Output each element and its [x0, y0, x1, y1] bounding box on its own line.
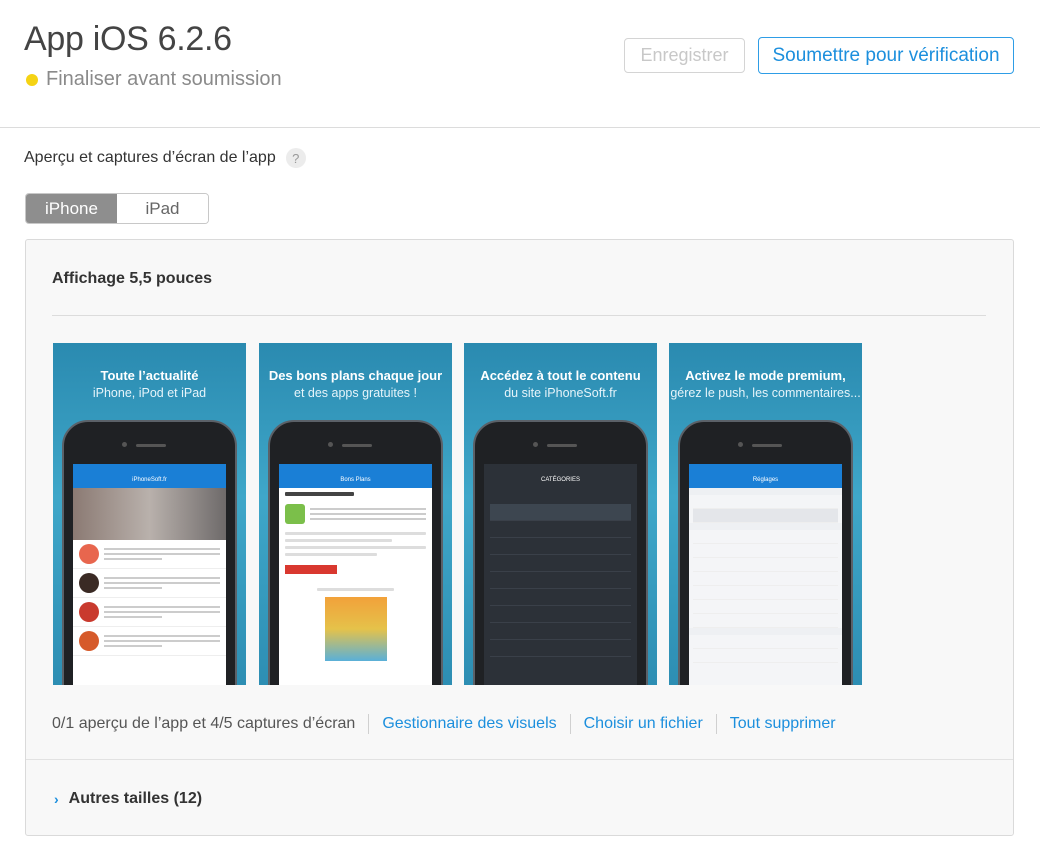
tab-ipad[interactable]: iPad: [117, 194, 208, 223]
list-item: [73, 540, 226, 569]
list-item: [490, 606, 631, 623]
divider: [52, 315, 986, 316]
list-item: [693, 544, 838, 558]
screenshot-title: Toute l’actualité: [100, 368, 199, 383]
list-item: [490, 504, 631, 521]
list-item: [693, 635, 838, 649]
screen-hero-image: [73, 488, 226, 540]
camera-icon: [533, 442, 538, 447]
camera-icon: [328, 442, 333, 447]
list-item: [490, 555, 631, 572]
list-item: [693, 649, 838, 663]
screen-nav-title: iPhoneSoft.fr: [73, 471, 226, 488]
other-sizes-toggle[interactable]: › Autres tailles (12): [54, 790, 202, 808]
status-dot-icon: [26, 73, 38, 86]
screenshot-4[interactable]: Activez le mode premium, gérez le push, …: [669, 343, 862, 685]
list-item: [490, 640, 631, 657]
status-bar: [279, 464, 432, 471]
speaker-icon: [752, 444, 782, 447]
separator: [368, 714, 370, 734]
status-text: Finaliser avant soumission: [46, 68, 282, 90]
tab-iphone[interactable]: iPhone: [26, 194, 117, 223]
screen-preview-image: [324, 597, 387, 661]
screenshot-count: 0/1 aperçu de l’app et 4/5 captures d’éc…: [52, 715, 356, 732]
screenshots-panel: Affichage 5,5 pouces Toute l’actualité i…: [25, 239, 1014, 836]
phone-mockup: CATÉGORIES: [473, 420, 648, 685]
list-item: [490, 589, 631, 606]
screen-nav-title: CATÉGORIES: [484, 471, 637, 488]
screen-nav-title: Bons Plans: [279, 471, 432, 488]
phone-mockup: iPhoneSoft.fr: [62, 420, 237, 685]
status-indicator: Finaliser avant soumission: [26, 68, 282, 91]
speaker-icon: [342, 444, 372, 447]
display-size-title: Affichage 5,5 pouces: [52, 270, 213, 287]
list-item: [490, 623, 631, 640]
submit-for-review-button[interactable]: Soumettre pour vérification: [758, 37, 1014, 74]
list-item: [693, 509, 838, 523]
header: App iOS 6.2.6 Finaliser avant soumission…: [0, 0, 1040, 128]
phone-screen: iPhoneSoft.fr: [73, 464, 226, 685]
screenshot-3[interactable]: Accédez à tout le contenu du site iPhone…: [464, 343, 657, 685]
list-item: [693, 586, 838, 600]
screenshot-actions: 0/1 aperçu de l’app et 4/5 captures d’éc…: [52, 714, 836, 734]
list-item: [693, 614, 838, 628]
screenshot-1[interactable]: Toute l’actualité iPhone, iPod et iPad i…: [53, 343, 246, 685]
list-item: [693, 495, 838, 509]
speaker-icon: [136, 444, 166, 447]
phone-screen: CATÉGORIES: [484, 464, 637, 685]
camera-icon: [122, 442, 127, 447]
section-title-text: Aperçu et captures d’écran de l’app: [24, 149, 276, 166]
screenshot-title: Activez le mode premium,: [685, 368, 846, 383]
list-item: [693, 572, 838, 586]
list-item: [73, 627, 226, 656]
screenshot-subtitle: iPhone, iPod et iPad: [92, 386, 207, 400]
list-item: [693, 558, 838, 572]
help-icon[interactable]: ?: [285, 148, 306, 168]
list-item: [73, 598, 226, 627]
delete-all-link[interactable]: Tout supprimer: [730, 715, 836, 733]
page-title: App iOS 6.2.6: [24, 20, 232, 58]
list-item: [490, 538, 631, 555]
other-sizes-label: Autres tailles (12): [68, 790, 203, 807]
screenshot-subtitle: et des apps gratuites !: [294, 386, 417, 400]
status-bar: [689, 464, 842, 471]
media-manager-link[interactable]: Gestionnaire des visuels: [382, 715, 556, 733]
speaker-icon: [547, 444, 577, 447]
divider: [26, 759, 1013, 760]
list-item: [490, 572, 631, 589]
device-segmented-control: iPhone iPad: [25, 193, 209, 224]
list-item: [490, 521, 631, 538]
screenshot-subtitle: gérez le push, les commentaires...: [670, 386, 861, 400]
phone-screen: Réglages: [689, 464, 842, 685]
status-bar: [484, 464, 637, 471]
list-item: [73, 569, 226, 598]
list-item: [279, 500, 432, 528]
screenshot-2[interactable]: Des bons plans chaque jour et des apps g…: [259, 343, 452, 685]
phone-mockup: Bons Plans: [268, 420, 443, 685]
separator: [715, 714, 717, 734]
camera-icon: [738, 442, 743, 447]
choose-file-link[interactable]: Choisir un fichier: [584, 715, 703, 733]
screenshot-subtitle: du site iPhoneSoft.fr: [504, 386, 617, 400]
phone-mockup: Réglages: [678, 420, 853, 685]
section-title: Aperçu et captures d’écran de l’app ?: [24, 148, 306, 168]
save-button[interactable]: Enregistrer: [624, 38, 745, 73]
screen-nav-title: Réglages: [689, 471, 842, 488]
list-item: [693, 600, 838, 614]
screenshot-title: Des bons plans chaque jour: [268, 368, 443, 383]
download-button-graphic: [285, 565, 337, 574]
status-bar: [73, 464, 226, 471]
chevron-right-icon: ›: [54, 791, 59, 807]
phone-screen: Bons Plans: [279, 464, 432, 685]
list-item: [693, 530, 838, 544]
separator: [569, 714, 571, 734]
screenshot-title: Accédez à tout le contenu: [480, 368, 641, 383]
